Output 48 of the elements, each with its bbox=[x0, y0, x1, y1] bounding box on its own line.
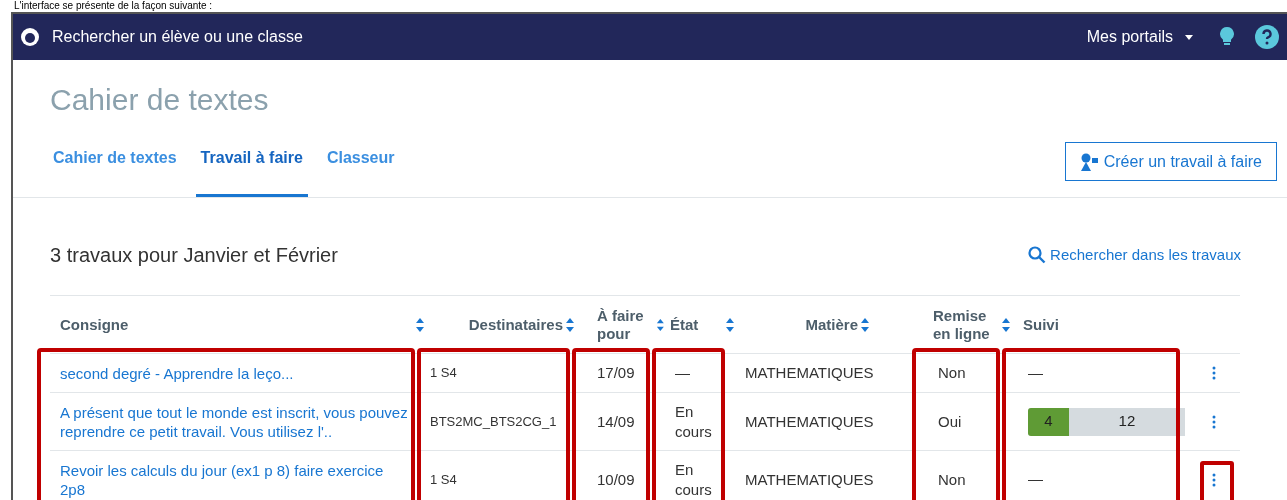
table-cell: MATHEMATIQUES bbox=[745, 469, 874, 490]
portals-menu[interactable]: Mes portails bbox=[1086, 25, 1193, 49]
more-icon[interactable] bbox=[1212, 366, 1216, 380]
table-cell: MATHEMATIQUES bbox=[745, 411, 874, 432]
help-icon[interactable] bbox=[1255, 25, 1279, 49]
table-cell: 14/09 bbox=[597, 411, 635, 432]
table-cell-text: 1 S4 bbox=[430, 364, 457, 382]
caret-icon bbox=[1185, 34, 1193, 40]
column-header: Destinataires bbox=[468, 315, 563, 334]
table-cell-text: En cours bbox=[675, 401, 713, 442]
search-field[interactable]: Rechercher un élève ou une classe bbox=[52, 25, 303, 49]
column-header: Remise en ligne bbox=[933, 306, 991, 343]
tab[interactable]: Classeur bbox=[321, 144, 400, 197]
more-icon[interactable] bbox=[1212, 414, 1216, 429]
column-header: État bbox=[670, 315, 699, 334]
search-link[interactable]: Rechercher dans les travaux bbox=[1028, 243, 1241, 267]
table-cell: 10/09 bbox=[597, 469, 635, 490]
column-header: Suivi bbox=[1023, 315, 1059, 334]
remaining-count: 12 bbox=[1117, 411, 1137, 432]
lightbulb-icon[interactable] bbox=[1219, 26, 1235, 48]
table-cell: MATHEMATIQUES bbox=[745, 363, 874, 383]
task-link[interactable]: Revoir les calculs du jour (ex1 p 8) faire exercice 2p8 bbox=[60, 460, 410, 499]
page-title: Cahier de textes bbox=[50, 82, 270, 118]
table-cell: Non bbox=[938, 469, 966, 490]
tab[interactable]: Travail à faire bbox=[195, 144, 308, 197]
task-link[interactable]: A présent que tout le monde est inscrit, vous pouvez reprendre ce petit travail. Vous utilisez l'.. bbox=[60, 402, 410, 441]
more-icon[interactable] bbox=[1212, 472, 1216, 487]
column-header: Matière bbox=[805, 315, 858, 334]
table-cell-text: — bbox=[1028, 469, 1043, 490]
table-cell: 17/09 bbox=[597, 363, 635, 383]
caption-text: L'interface se présente de la façon suivante : bbox=[14, 0, 213, 12]
shapes-icon bbox=[1079, 151, 1100, 172]
tab[interactable]: Cahier de textes bbox=[48, 144, 182, 197]
table-cell-text: En cours bbox=[675, 459, 713, 500]
table-cell-text: — bbox=[675, 363, 691, 383]
column-header: Consigne bbox=[60, 315, 129, 334]
table-cell-text: 1 S4 bbox=[430, 470, 457, 489]
table-cell-text: BTS2MC_BTS2CG_1 bbox=[430, 412, 557, 431]
table-cell: Non bbox=[938, 363, 966, 383]
user-icon bbox=[20, 27, 40, 47]
search-icon bbox=[1028, 246, 1047, 264]
create-button[interactable]: Créer un travail à faire bbox=[1064, 142, 1277, 181]
table-cell: Oui bbox=[938, 411, 962, 432]
progress-fill: 4 bbox=[1028, 407, 1069, 436]
column-header: À faire pour bbox=[597, 306, 645, 343]
task-link[interactable]: second degré - Apprendre la leço... bbox=[60, 363, 294, 383]
list-title: 3 travaux pour Janvier et Février bbox=[50, 243, 338, 268]
table-cell-text: — bbox=[1028, 362, 1043, 383]
